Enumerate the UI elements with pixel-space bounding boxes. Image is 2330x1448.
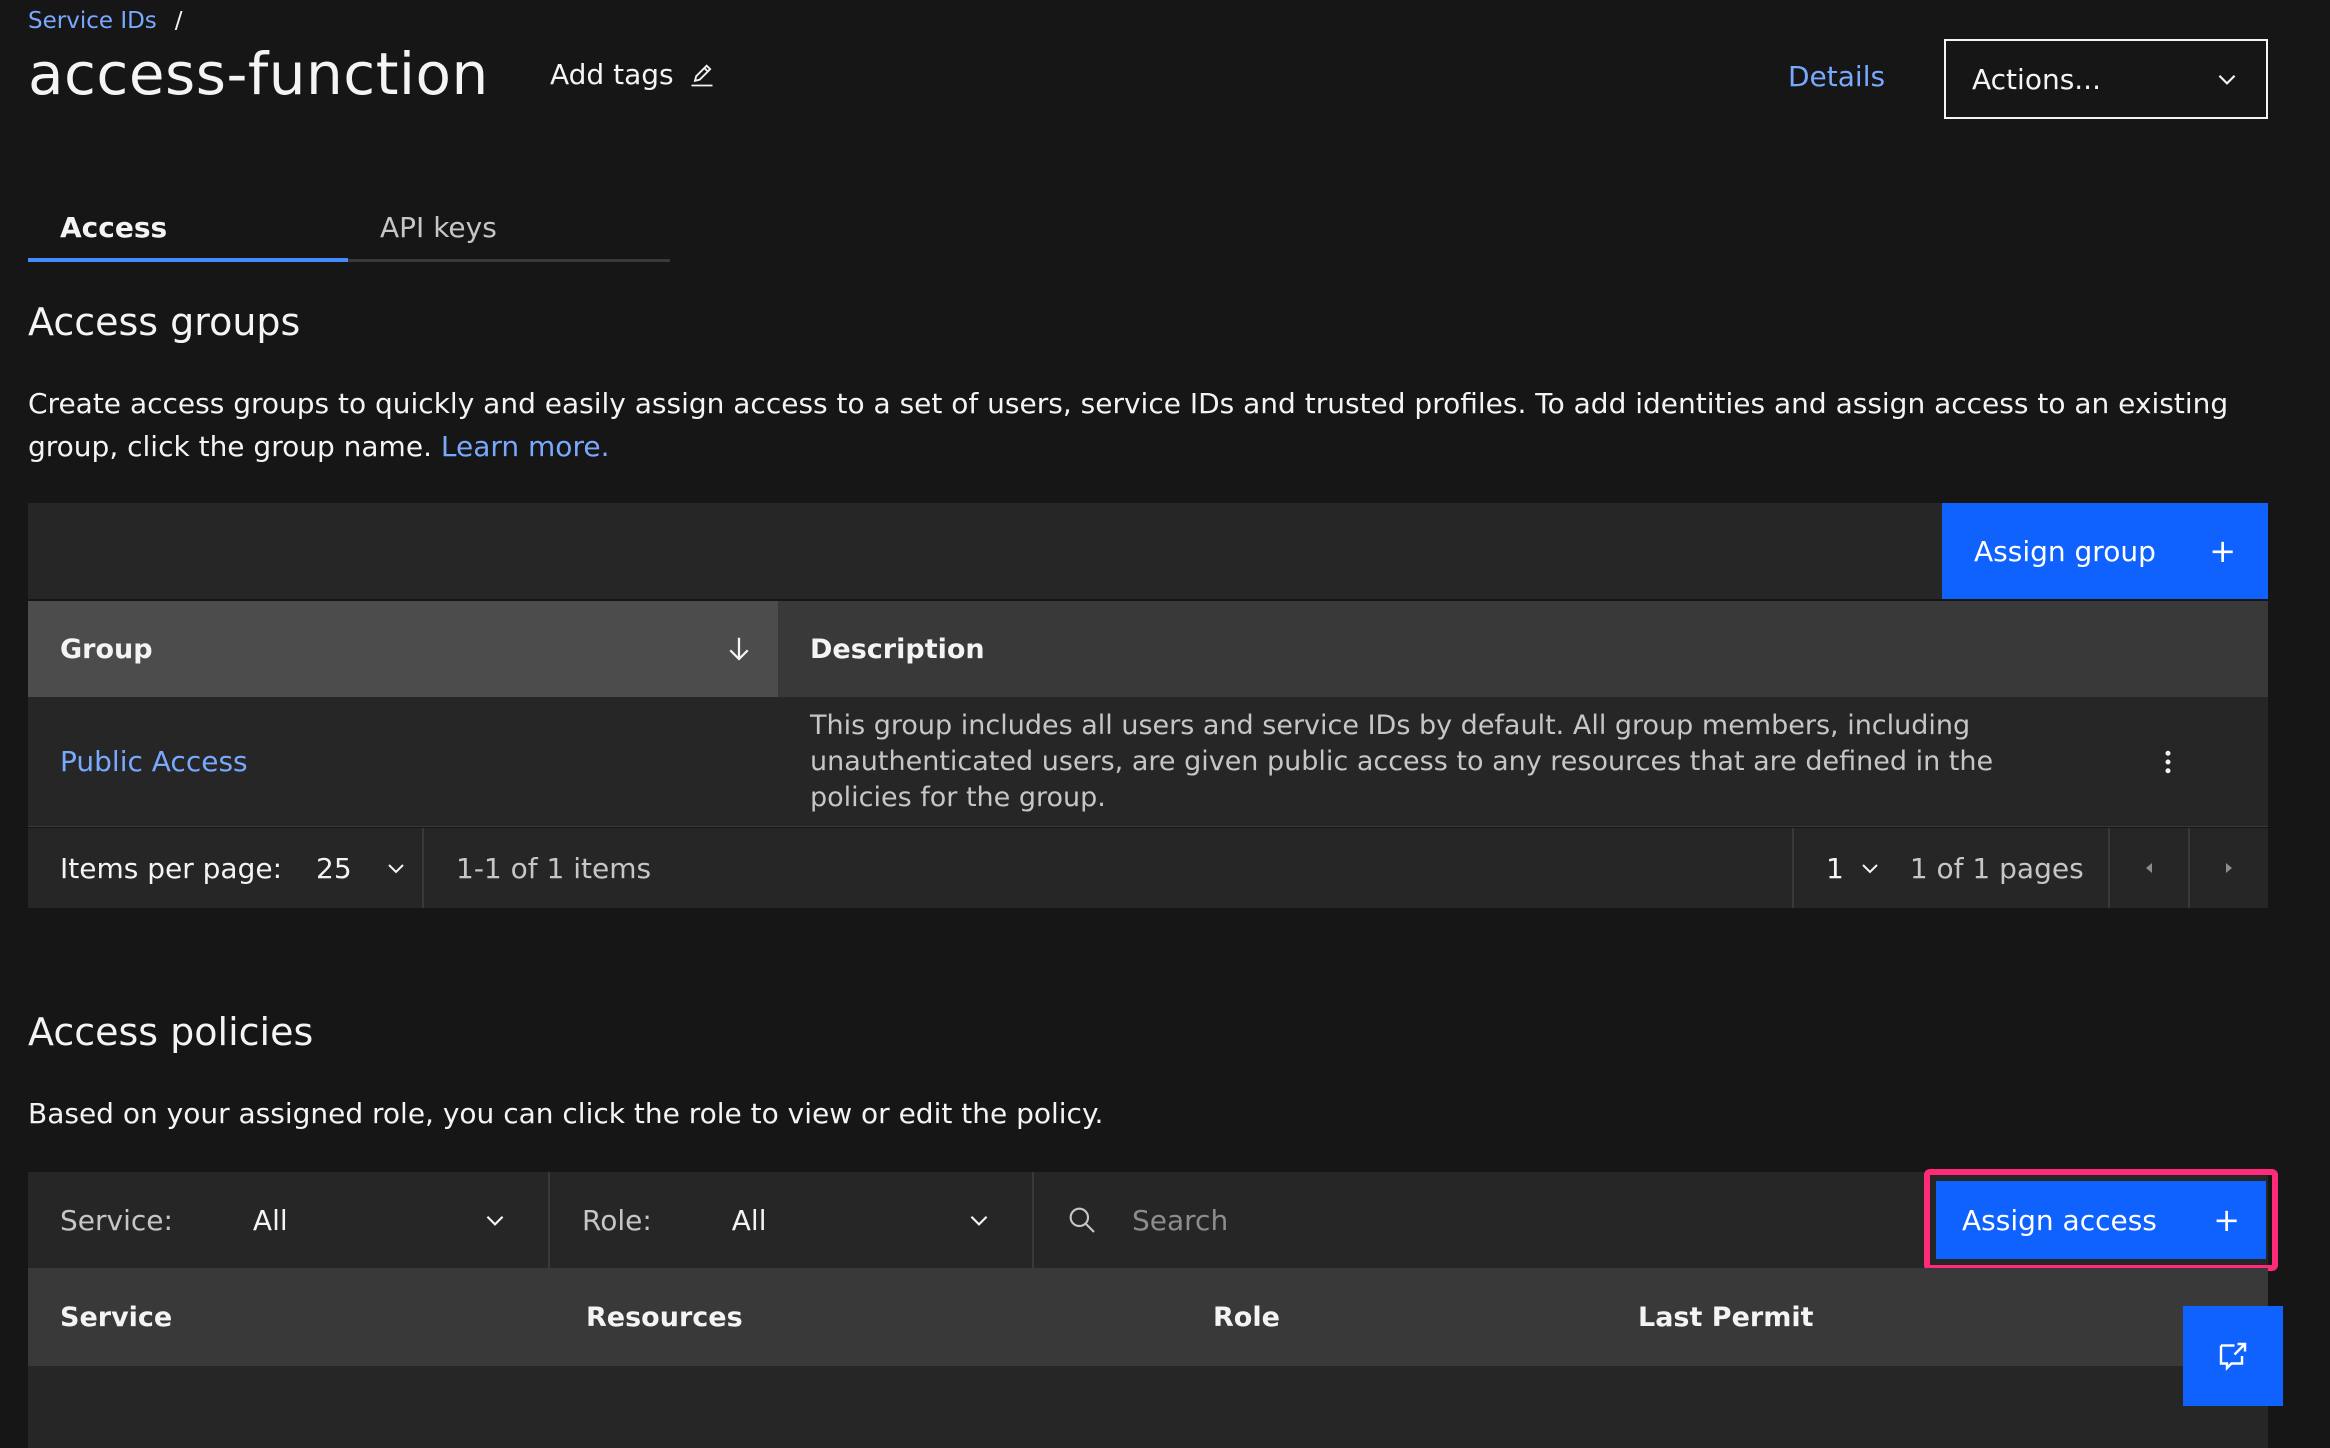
- group-name-link[interactable]: Public Access: [28, 697, 778, 826]
- column-header-service: Service: [60, 1301, 173, 1333]
- column-header-description: Description: [810, 633, 985, 665]
- access-groups-description: Create access groups to quickly and easi…: [28, 382, 2268, 468]
- service-filter-value: All: [252, 1203, 288, 1237]
- policies-table-body: [28, 1366, 2268, 1448]
- column-header-group-label: Group: [60, 633, 153, 665]
- chevron-down-icon: [486, 1215, 504, 1226]
- breadcrumb-service-ids-link[interactable]: Service IDs: [28, 8, 157, 34]
- group-description: This group includes all users and servic…: [810, 709, 1994, 813]
- assign-group-label: Assign group: [1974, 534, 2156, 568]
- breadcrumb-separator: /: [174, 8, 183, 34]
- next-page-button[interactable]: [2188, 828, 2268, 908]
- arrow-down-sort-icon: [729, 637, 749, 661]
- assign-access-label: Assign access: [1962, 1203, 2157, 1237]
- chat-launch-icon: [2219, 1342, 2247, 1371]
- column-header-role: Role: [1213, 1301, 1280, 1333]
- tab-api-keys[interactable]: API keys: [348, 196, 668, 259]
- items-per-page-value: 25: [316, 851, 352, 885]
- actions-dropdown[interactable]: Actions...: [1944, 39, 2268, 119]
- page-select[interactable]: 1: [1826, 852, 1882, 885]
- previous-page-button[interactable]: [2108, 828, 2188, 908]
- items-range: 1-1 of 1 items: [422, 828, 1792, 908]
- column-header-group[interactable]: Group: [28, 601, 778, 697]
- assign-access-button[interactable]: Assign access +: [1936, 1181, 2266, 1259]
- add-tags-label: Add tags: [550, 58, 674, 91]
- learn-more-link[interactable]: Learn more.: [441, 430, 610, 463]
- column-header-last-permit: Last Permit: [1638, 1301, 1814, 1333]
- role-filter-label: Role:: [582, 1203, 652, 1237]
- access-policies-description: Based on your assigned role, you can cli…: [28, 1097, 1104, 1130]
- access-groups-description-text: Create access groups to quickly and easi…: [28, 387, 2229, 463]
- search-icon: [1069, 1207, 1095, 1233]
- chevron-down-icon: [387, 864, 404, 874]
- plus-icon: +: [2209, 532, 2236, 570]
- add-tags-button[interactable]: Add tags: [550, 58, 716, 91]
- overflow-menu-button[interactable]: [2068, 697, 2268, 826]
- assign-group-button[interactable]: Assign group +: [1942, 503, 2268, 599]
- plus-icon: +: [2213, 1201, 2240, 1239]
- service-filter-dropdown[interactable]: Service: All: [28, 1172, 548, 1268]
- tab-access[interactable]: Access: [28, 196, 348, 262]
- breadcrumb: Service IDs /: [28, 8, 183, 34]
- column-header-resources: Resources: [586, 1301, 743, 1333]
- service-filter-label: Service:: [60, 1203, 173, 1237]
- overflow-menu-icon: [2165, 750, 2171, 773]
- search-input[interactable]: Search: [1132, 1204, 1228, 1237]
- access-policies-title: Access policies: [28, 1010, 314, 1054]
- actions-label: Actions...: [1972, 62, 2101, 96]
- chevron-down-icon: [2218, 74, 2236, 85]
- caret-left-icon: [2146, 863, 2152, 873]
- role-filter-dropdown[interactable]: Role: All: [548, 1172, 1032, 1268]
- tab-list: Access API keys: [28, 196, 670, 262]
- groups-toolbar: [28, 503, 2268, 599]
- chevron-down-icon: [1862, 864, 1878, 874]
- table-row: Public Access This group includes all us…: [28, 697, 2268, 827]
- role-filter-value: All: [731, 1203, 767, 1237]
- chevron-down-icon: [970, 1215, 988, 1226]
- edit-pencil-icon: [691, 63, 713, 86]
- caret-right-icon: [2226, 863, 2232, 873]
- items-per-page-label: Items per page:: [60, 851, 283, 885]
- policies-table-header: Service Resources Role Last Permit: [28, 1268, 2268, 1366]
- feedback-button[interactable]: [2183, 1306, 2283, 1406]
- groups-table-header: Group Description: [28, 601, 2268, 697]
- items-per-page-select[interactable]: 25: [316, 852, 408, 885]
- page-value: 1: [1826, 851, 1844, 885]
- access-groups-title: Access groups: [28, 300, 301, 344]
- groups-pagination: Items per page: 25 1-1 of 1 items 1 1 of…: [28, 828, 2268, 908]
- items-per-page: Items per page: 25: [28, 828, 422, 908]
- page-title: access-function: [28, 40, 489, 108]
- pages-count: 1 of 1 pages: [1909, 851, 2084, 885]
- page-selector: 1 1 of 1 pages: [1792, 828, 2108, 908]
- details-link[interactable]: Details: [1788, 60, 1885, 93]
